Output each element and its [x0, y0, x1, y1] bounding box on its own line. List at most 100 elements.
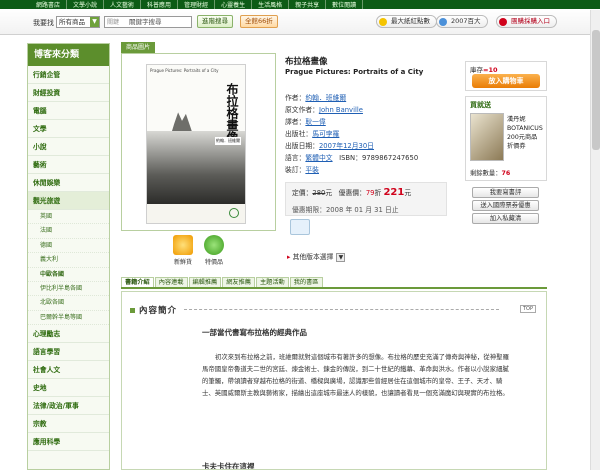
sidebar-subcategory[interactable]: 德國: [28, 239, 109, 254]
translator-label: 譯者：: [285, 118, 306, 126]
top-nav-item[interactable]: 親子共享: [289, 0, 327, 9]
cover-english-title: Prague Pictures: Portraits of a City: [150, 68, 219, 73]
book-cover-image[interactable]: Prague Pictures: Portraits of a City 布拉格…: [146, 64, 246, 224]
sidebar-category[interactable]: 心理勵志: [28, 325, 109, 344]
sidebar-category[interactable]: 財經投資: [28, 84, 109, 102]
tab-item[interactable]: 我的書區: [289, 277, 323, 287]
date-link[interactable]: 2007年12月30日: [319, 142, 374, 150]
search-input[interactable]: 關鍵 關鍵字搜尋: [104, 16, 192, 28]
search-label: 我要找: [33, 19, 54, 27]
tab-item[interactable]: 編輯推薦: [188, 277, 222, 287]
write-review-button[interactable]: 我要寫書評: [472, 187, 539, 198]
search-scope-select[interactable]: 所有商品 ▼: [56, 16, 100, 28]
author-link[interactable]: 約翰．班維爾: [305, 94, 346, 102]
sidebar-category[interactable]: 社會人文: [28, 361, 109, 380]
top-nav-item[interactable]: 管理財經: [178, 0, 216, 9]
sidebar-subcategory[interactable]: 義大利: [28, 253, 109, 268]
other-versions-select[interactable]: ▸ 其他版本選擇 ▼: [287, 251, 346, 262]
section-title: 內容簡介: [130, 304, 177, 316]
book-title-english: Prague Pictures: Portraits of a City: [285, 68, 424, 76]
tab-item[interactable]: 內容連載: [154, 277, 188, 287]
gift-image[interactable]: [470, 113, 504, 161]
sidebar-category[interactable]: 法律/政治/軍事: [28, 397, 109, 416]
top-nav-item[interactable]: 科普應用: [141, 0, 179, 9]
sidebar-category[interactable]: 藝術: [28, 156, 109, 174]
list-price: 280: [312, 189, 326, 197]
add-to-cart-button[interactable]: 放入購物車: [472, 74, 540, 88]
book-title: 布拉格畫像: [285, 57, 328, 67]
sidebar-category[interactable]: 語言學習: [28, 343, 109, 362]
points-pill[interactable]: 最大紙紅點數: [376, 15, 437, 28]
language-link[interactable]: 繁體中文: [305, 154, 332, 162]
new-arrival-button[interactable]: 新鮮貨: [168, 235, 198, 266]
add-wishlist-button[interactable]: 加入私藏清: [472, 213, 539, 224]
date-label: 出版日期：: [285, 142, 319, 150]
sidebar-category[interactable]: 文學: [28, 120, 109, 138]
group-buy-pill[interactable]: 團購採購入口: [496, 15, 557, 28]
publisher-line: 出版社：馬可孛羅: [285, 128, 339, 138]
sidebar-category[interactable]: 觀光旅遊: [28, 192, 109, 210]
clock-icon: [439, 18, 447, 26]
orig-author-link[interactable]: John Banville: [319, 106, 363, 114]
remain-value: 76: [501, 170, 511, 177]
binding-link[interactable]: 平裝: [305, 166, 319, 174]
isbn-label: ISBN：: [339, 154, 362, 162]
sidebar-subcategory[interactable]: 巴爾幹半島等國: [28, 311, 109, 326]
page-scrollbar[interactable]: [590, 10, 600, 470]
orig-author-label: 原文作者：: [285, 106, 319, 114]
publisher-link[interactable]: 馬可孛羅: [312, 130, 339, 138]
language-label: 語言：: [285, 154, 306, 162]
share-icon[interactable]: [290, 219, 310, 235]
back-to-top-button[interactable]: TOP: [519, 305, 536, 313]
sidebar-subcategory[interactable]: 伊比利半島各國: [28, 282, 109, 297]
tab-item[interactable]: 網友推薦: [222, 277, 255, 287]
sidebar-category[interactable]: 小說: [28, 138, 109, 156]
category-sidebar: 博客來分類 行銷企管 財經投資 電腦 文學 小說 藝術 休閒娛樂 觀光旅遊 英國 法國 德國 義大利中…: [27, 43, 110, 470]
promo-badge[interactable]: 全館66折: [240, 15, 278, 28]
cover-chinese-title: 布拉格畫像: [225, 83, 239, 143]
binding-label: 裝訂：: [285, 166, 306, 174]
sale-price: 221: [383, 187, 405, 198]
top-nav-item[interactable]: 心靈養生: [215, 0, 253, 9]
tab-item[interactable]: 書籍介紹: [121, 277, 154, 287]
coin-icon: [379, 18, 387, 26]
sidebar-subcategory[interactable]: 北歐各國: [28, 296, 109, 311]
sidebar-category[interactable]: 電腦: [28, 102, 109, 120]
sidebar-subcategory[interactable]: 法國: [28, 224, 109, 239]
search-bar: 我要找 所有商品 ▼ 關鍵 關鍵字搜尋 進階搜尋 全館66折 最大紙紅點數 20…: [0, 9, 600, 35]
binding-line: 裝訂：平裝: [285, 164, 319, 174]
search-button[interactable]: 進階搜尋: [197, 15, 233, 28]
sidebar-category[interactable]: 休閒娛樂: [28, 174, 109, 192]
dollar-icon: [204, 235, 224, 255]
year-top100-pill[interactable]: 2007百大: [436, 15, 488, 28]
chevron-down-icon[interactable]: ▼: [336, 252, 346, 262]
gift-line-2: BOTANICUS: [507, 125, 543, 132]
special-price-button[interactable]: 特價品: [199, 235, 229, 266]
voucher-button[interactable]: 送入國際票券優惠: [472, 200, 539, 211]
stock-label: 庫存: [470, 66, 483, 74]
sidebar-category[interactable]: 宗教: [28, 415, 109, 434]
translator-link[interactable]: 耿一偉: [305, 118, 325, 126]
remain-label: 剩餘數量：: [470, 170, 502, 177]
sidebar-subcategory[interactable]: 英國: [28, 210, 109, 225]
top-nav-item[interactable]: 網路書店: [30, 0, 68, 9]
author-label: 作者：: [285, 94, 306, 102]
sidebar-category[interactable]: 行銷企管: [28, 66, 109, 84]
search-placeholder: 關鍵字搜尋: [129, 18, 162, 26]
top-nav-item[interactable]: 文學小說: [67, 0, 105, 9]
sidebar-subcategory[interactable]: 中歐各國: [28, 268, 109, 282]
chevron-down-icon[interactable]: ▼: [90, 17, 99, 27]
orig-author-line: 原文作者：John Banville: [285, 104, 363, 114]
scrollbar-thumb[interactable]: [592, 30, 600, 150]
remain-line: 剩餘數量：76: [470, 168, 510, 177]
tab-item[interactable]: 主題活動: [256, 277, 289, 287]
top-nav-item[interactable]: 生活風格: [252, 0, 290, 9]
top-nav-item[interactable]: 數位閱讀: [326, 0, 364, 9]
discount-rate: 79: [365, 189, 375, 197]
sidebar-category[interactable]: 史地: [28, 379, 109, 398]
keyword-tag: 關鍵: [107, 19, 120, 26]
sale-price-unit: 元: [404, 189, 412, 197]
top-nav-item[interactable]: 人文藝術: [104, 0, 142, 9]
sidebar-category[interactable]: 應用科學: [28, 433, 109, 452]
isbn-value: 9789867247650: [361, 154, 419, 162]
